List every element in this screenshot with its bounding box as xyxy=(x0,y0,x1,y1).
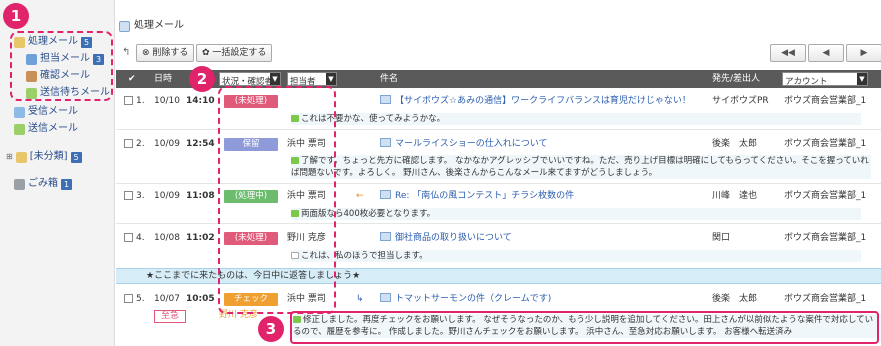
account-filter-select[interactable]: アカウント ▼ xyxy=(782,72,868,87)
chevron-down-icon: ▼ xyxy=(857,73,867,85)
mail-icon xyxy=(380,95,391,104)
annotation-marker-3: 3 xyxy=(258,316,284,342)
row-subject[interactable]: 【サイボウズ☆あみの通信】ワークライフバランスは育児だけじゃない！ xyxy=(380,94,691,108)
row-account: ボウズ商会営業部_1 xyxy=(784,294,867,304)
row-number: 1. xyxy=(136,96,145,106)
row-checkbox[interactable] xyxy=(124,233,133,242)
row-number: 2. xyxy=(136,139,145,149)
delete-button-label: 削除する xyxy=(152,48,189,58)
row-number: 5. xyxy=(136,294,145,304)
row-checkbox[interactable] xyxy=(124,139,133,148)
row-date: 10/09 xyxy=(154,139,180,149)
row-date: 10/09 xyxy=(154,191,180,201)
sidebar-item-label: [未分類] xyxy=(29,151,68,162)
page-title: 処理メール xyxy=(116,18,184,34)
row-sender: 後楽 太郎 xyxy=(712,139,758,149)
annotation-marker-2: 2 xyxy=(189,66,215,92)
chevron-down-icon: ▼ xyxy=(326,73,336,85)
row-subject-text: 御社商品の取り扱いについて xyxy=(395,233,512,243)
row-date: 10/07 xyxy=(154,294,180,304)
bulk-settings-button[interactable]: ✿ 一括設定する xyxy=(196,44,273,62)
row-sender: 関口 xyxy=(712,233,731,243)
row-subject-text: トマットサーモンの件（クレームです) xyxy=(395,294,552,304)
row-checkbox[interactable] xyxy=(124,96,133,105)
row-date: 10/10 xyxy=(154,96,180,106)
row-number: 3. xyxy=(136,191,145,201)
urgent-tag: 至急 xyxy=(154,310,187,323)
mail-icon xyxy=(119,20,130,32)
row-sender: サイボウズPR xyxy=(712,96,769,106)
trash-icon xyxy=(14,178,25,190)
row-sender: 川峰 達也 xyxy=(712,191,758,201)
row-date: 10/08 xyxy=(154,233,180,243)
page-title-label: 処理メール xyxy=(134,20,184,31)
sidebar-item-sent[interactable]: 送信メール xyxy=(14,121,78,137)
sidebar-item-label: 送信メール xyxy=(28,123,78,134)
mail-icon xyxy=(380,293,391,302)
account-filter-label: アカウント xyxy=(785,77,828,87)
mail-icon xyxy=(380,138,391,147)
reply-arrow-icon: ↳ xyxy=(356,294,364,304)
toolbar: ↰ ⊗ 削除する ✿ 一括設定する ◀◀ ◀ ▶ xyxy=(116,44,881,64)
row-account: ボウズ商会営業部_1 xyxy=(784,233,867,243)
row-time: 10:05 xyxy=(186,294,215,304)
annotation-box-1 xyxy=(10,31,113,101)
status-filter-select[interactable]: 状況・確認者 ▼ xyxy=(219,72,281,87)
delete-button[interactable]: ⊗ 削除する xyxy=(136,44,195,62)
reply-arrow-icon[interactable]: ↰ xyxy=(122,47,130,58)
row-subject-text: マールライスショーの仕入れについて xyxy=(395,139,548,149)
folder-icon xyxy=(15,151,27,163)
row-sender: 後楽 太郎 xyxy=(712,294,758,304)
count-badge: 5 xyxy=(70,151,82,163)
row-subject[interactable]: マールライスショーの仕入れについて xyxy=(380,137,547,151)
sidebar-item-label: ごみ箱 xyxy=(28,178,58,189)
row-account: ボウズ商会営業部_1 xyxy=(784,139,867,149)
annotation-box-2 xyxy=(218,86,336,314)
sidebar-item-inbox[interactable]: 受信メール xyxy=(14,104,78,120)
sidebar-item-unsorted[interactable]: ⊞ [未分類] 5 xyxy=(6,149,82,165)
row-checkbox[interactable] xyxy=(124,294,133,303)
annotation-box-3 xyxy=(290,311,879,344)
header-sender[interactable]: 発先/差出人 xyxy=(712,70,760,88)
inbox-icon xyxy=(14,106,25,118)
prev-page-button[interactable]: ◀ xyxy=(808,44,844,62)
count-badge: 1 xyxy=(61,178,73,190)
bulk-settings-label: 一括設定する xyxy=(212,48,267,58)
sent-icon xyxy=(14,123,25,135)
row-subject[interactable]: 御社商品の取り扱いについて xyxy=(380,231,512,245)
row-account: ボウズ商会営業部_1 xyxy=(784,191,867,201)
row-comment: 了解です。ちょっと先方に確認します。 なかなかアグレッシブでいいですね。ただ、売… xyxy=(291,155,871,179)
header-subject[interactable]: 件名 xyxy=(380,70,398,88)
mail-icon xyxy=(380,232,391,241)
row-subject[interactable]: Re: 「南仏の風コンテスト」チラシ枚数の件 xyxy=(380,189,574,203)
sidebar-item-trash[interactable]: ごみ箱 1 xyxy=(14,176,73,192)
sidebar-item-label: 受信メール xyxy=(28,106,78,117)
row-subject-text: 【サイボウズ☆あみの通信】ワークライフバランスは育児だけじゃない！ xyxy=(395,96,691,106)
next-page-button[interactable]: ▶ xyxy=(846,44,881,62)
row-comment-text: 了解です。ちょっと先方に確認します。 なかなかアグレッシブでいいですね。ただ、売… xyxy=(291,156,869,178)
row-comment: これは不要かな、使ってみようかな。 xyxy=(291,113,861,125)
row-time: 14:10 xyxy=(186,96,215,106)
row-number: 4. xyxy=(136,233,145,243)
forward-arrow-icon: ← xyxy=(356,191,364,201)
header-date[interactable]: 日時 xyxy=(154,70,172,88)
annotation-marker-1: 1 xyxy=(3,3,29,29)
row-time: 11:02 xyxy=(186,233,215,243)
row-time: 12:54 xyxy=(186,139,215,149)
row-time: 11:08 xyxy=(186,191,215,201)
first-page-button[interactable]: ◀◀ xyxy=(770,44,806,62)
row-account: ボウズ商会営業部_1 xyxy=(784,96,867,106)
row-subject-text: Re: 「南仏の風コンテスト」チラシ枚数の件 xyxy=(395,191,575,201)
mail-icon xyxy=(380,190,391,199)
select-all-check[interactable]: ✔ xyxy=(128,70,136,88)
expand-icon: ⊞ xyxy=(6,152,13,161)
assignee-filter-select[interactable]: 担当者 ▼ xyxy=(287,72,337,87)
row-comment: 両面版なら400枚必要となります。 xyxy=(291,208,861,220)
row-subject[interactable]: トマットサーモンの件（クレームです) xyxy=(380,292,551,306)
row-comment: これは、私のほうで担当します。 xyxy=(291,250,861,262)
row-checkbox[interactable] xyxy=(124,191,133,200)
chevron-down-icon: ▼ xyxy=(270,73,280,85)
